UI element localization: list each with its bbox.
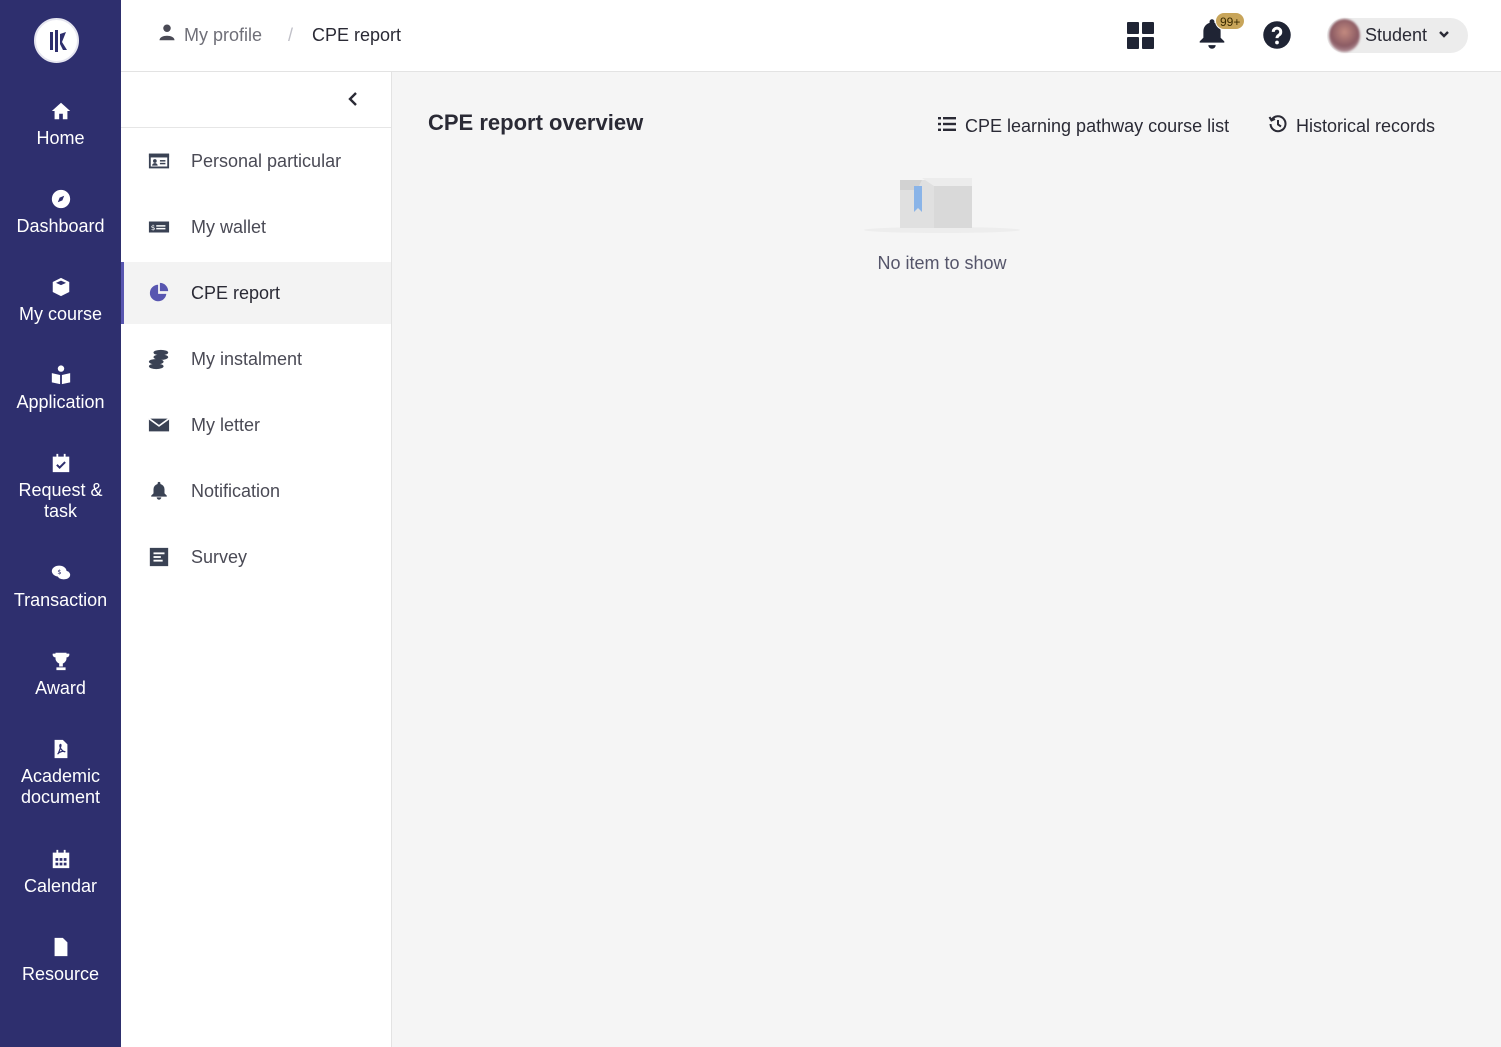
nav-home[interactable]: Home (0, 100, 121, 149)
trophy-icon (0, 650, 121, 672)
institution-logo[interactable] (34, 18, 79, 63)
subnav-item-my-instalment[interactable]: My instalment (121, 328, 391, 390)
nav-home-label: Home (36, 128, 85, 148)
subnav-item-label: CPE report (191, 283, 281, 303)
user-icon (158, 23, 184, 47)
reader-icon (0, 364, 121, 386)
nav-request-task[interactable]: Request & task (0, 452, 121, 522)
nav-resource-label: Resource (21, 964, 100, 984)
nav-transaction-label: Transaction (13, 590, 108, 610)
compass-icon (0, 188, 121, 210)
subnav-item-personal-particular[interactable]: Personal particular (121, 130, 391, 192)
nav-resource[interactable]: Resource (0, 936, 121, 985)
subnav-item-notification[interactable]: Notification (121, 460, 391, 522)
chat-dollar-icon: $ (0, 562, 121, 584)
breadcrumb-my-profile[interactable]: My profile (158, 23, 262, 47)
cpe-course-list-label: CPE learning pathway course list (965, 116, 1230, 136)
nav-academic-document[interactable]: Academic document (0, 738, 121, 808)
avatar (1329, 19, 1360, 52)
cpe-course-list-link[interactable]: CPE learning pathway course list (937, 114, 1229, 139)
subnav-item-label: Personal particular (191, 151, 342, 171)
page-title: CPE report overview (428, 110, 644, 135)
empty-state-text: No item to show (877, 253, 1007, 273)
subnav-item-label: My letter (191, 415, 261, 435)
nav-application[interactable]: Application (0, 364, 121, 413)
subnav-item-my-letter[interactable]: My letter (121, 394, 391, 456)
historical-records-link[interactable]: Historical records (1268, 114, 1435, 139)
cube-icon (0, 276, 121, 298)
calendar-icon (0, 848, 121, 870)
nav-my-course[interactable]: My course (0, 276, 121, 325)
collapse-chevron-left-icon[interactable] (345, 90, 363, 108)
breadcrumb-current: CPE report (312, 25, 402, 45)
subnav-item-label: My instalment (191, 349, 303, 369)
empty-box-icon (862, 172, 1022, 234)
file-pdf-icon (0, 738, 121, 760)
svg-text:$: $ (57, 568, 61, 576)
main-content: CPE report overview CPE learning pathway… (392, 72, 1501, 1047)
bell-icon (148, 480, 170, 502)
breadcrumb-my-profile-label: My profile (184, 25, 263, 45)
help-icon[interactable] (1262, 20, 1292, 55)
nav-my-course-label: My course (18, 304, 103, 324)
svg-text:$: $ (151, 223, 156, 232)
user-menu-dropdown[interactable]: Student (1327, 18, 1468, 53)
subnav-item-my-wallet[interactable]: $ My wallet (121, 196, 391, 258)
subnav-divider (121, 127, 391, 128)
envelope-icon (148, 414, 170, 436)
user-name: Student (1365, 25, 1428, 45)
nav-calendar-label: Calendar (23, 876, 98, 896)
chevron-down-icon (1438, 27, 1450, 45)
nav-application-label: Application (16, 392, 105, 412)
coins-icon (148, 348, 170, 370)
subnav-item-cpe-report[interactable]: CPE report (121, 262, 391, 324)
nav-academic-document-label: Academic document (20, 766, 101, 807)
nav-calendar[interactable]: Calendar (0, 848, 121, 897)
id-card-icon (148, 150, 170, 172)
empty-state: No item to show (842, 172, 1042, 282)
money-check-icon: $ (148, 216, 170, 238)
profile-subnav: Personal particular $ My wallet CPE repo… (121, 72, 392, 1047)
subnav-item-label: My wallet (191, 217, 267, 237)
notification-count-badge: 99+ (1215, 12, 1246, 30)
main-nav-rail: Home Dashboard My course Application Req… (0, 0, 121, 1047)
calendar-check-icon (0, 452, 121, 474)
top-header: My profile / CPE report 99+ Student (121, 0, 1501, 72)
historical-records-label: Historical records (1296, 116, 1436, 136)
list-icon (937, 114, 965, 139)
poll-icon (148, 546, 170, 568)
chart-pie-icon (148, 282, 170, 304)
nav-award[interactable]: Award (0, 650, 121, 699)
subnav-item-survey[interactable]: Survey (121, 526, 391, 588)
subnav-item-label: Notification (191, 481, 281, 501)
nav-dashboard[interactable]: Dashboard (0, 188, 121, 237)
home-icon (0, 100, 121, 122)
apps-grid-icon[interactable] (1127, 22, 1155, 55)
nav-award-label: Award (35, 678, 86, 698)
history-icon (1268, 114, 1296, 139)
file-icon (0, 936, 121, 958)
breadcrumb-separator: / (288, 25, 294, 45)
subnav-item-label: Survey (191, 547, 248, 567)
nav-dashboard-label: Dashboard (16, 216, 105, 236)
nav-request-task-label: Request & task (18, 480, 103, 521)
nav-transaction[interactable]: $ Transaction (0, 562, 121, 611)
